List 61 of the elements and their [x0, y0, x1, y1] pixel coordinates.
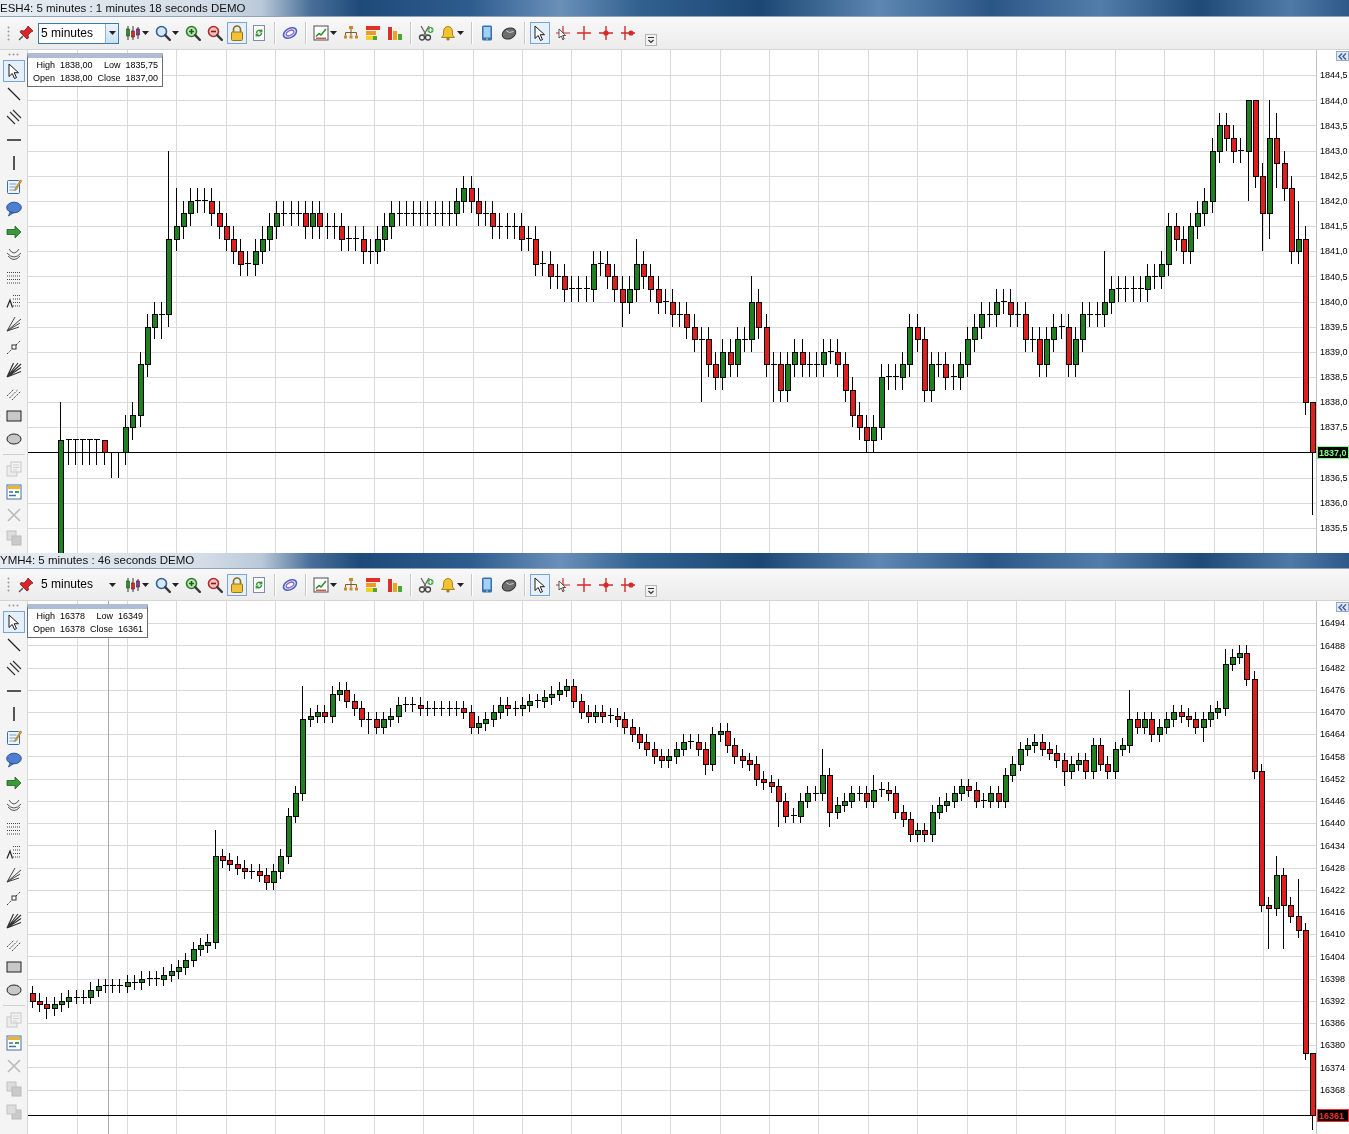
price-axis-label: 16404 — [1320, 951, 1346, 962]
price-axis-label: 1837,5 — [1320, 422, 1348, 433]
ohlc-value: 1837,00 — [125, 72, 159, 85]
ohlc-label: Open — [33, 623, 56, 636]
ohlc-value: 1838,00 — [60, 59, 93, 72]
price-axis-label: 16368 — [1320, 1084, 1346, 1095]
ohlc-value: 1838,00 — [60, 72, 93, 85]
price-axis-label: 1844,0 — [1320, 95, 1348, 106]
price-axis-label: 16440 — [1320, 818, 1346, 829]
ohlc-value: 16349 — [118, 610, 144, 623]
ohlc-value: 16378 — [60, 610, 86, 623]
price-axis-label: 16380 — [1320, 1040, 1346, 1051]
ohlc-label: Low — [103, 59, 121, 72]
ohlc-label: Low — [95, 610, 114, 623]
price-axis-label: 16446 — [1320, 796, 1346, 807]
price-axis-label: 16488 — [1320, 640, 1346, 651]
current-price-label: 16361 — [1317, 1109, 1349, 1122]
price-axis-label: 16422 — [1320, 884, 1346, 895]
price-axis-label: 16398 — [1320, 973, 1346, 984]
ohlc-label: Close — [97, 72, 121, 85]
price-axis-label: 16416 — [1320, 907, 1346, 918]
ohlc-label: Close — [90, 623, 114, 636]
ohlc-value: 16378 — [60, 623, 86, 636]
price-axis-label: 16458 — [1320, 751, 1346, 762]
price-axis-label: 16374 — [1320, 1062, 1346, 1073]
window-title: ESH4: 5 minutes : 1 minutes 18 seconds DEMO — [0, 0, 246, 16]
price-axis-label: 1835,5 — [1320, 523, 1348, 533]
ohlc-value: 1835,75 — [125, 59, 159, 72]
price-axis-label: 16476 — [1320, 685, 1346, 695]
price-axis-label: 16482 — [1320, 662, 1346, 673]
price-axis-label: 1838,0 — [1320, 397, 1348, 408]
price-axis-label: 1836,0 — [1320, 497, 1348, 508]
price-axis-label: 1842,5 — [1320, 170, 1348, 181]
price-axis-label: 1841,5 — [1320, 221, 1348, 232]
price-axis-label: 1841,0 — [1320, 246, 1348, 257]
price-axis-label: 16410 — [1320, 929, 1346, 940]
ref-line-label: 16361 — [1319, 1111, 1345, 1121]
price-axis-label: 1843,5 — [1320, 120, 1348, 131]
price-axis-label: 1842,0 — [1320, 196, 1348, 207]
window-title: YMH4: 5 minutes : 46 seconds DEMO — [0, 553, 195, 568]
price-axis-label: 16428 — [1320, 862, 1346, 873]
price-axis-label: 1836,5 — [1320, 472, 1348, 483]
ohlc-label: High — [35, 610, 56, 623]
price-axis-label: 1844,5 — [1320, 70, 1348, 81]
current-price-label: 1837,0 — [1317, 446, 1349, 459]
ohlc-label: High — [35, 59, 56, 72]
ohlc-value: 16361 — [118, 623, 144, 636]
price-axis-label: 16452 — [1320, 773, 1346, 784]
price-axis-label: 16386 — [1320, 1018, 1346, 1029]
price-axis-label: 16470 — [1320, 707, 1346, 718]
price-axis-label: 1840,0 — [1320, 296, 1348, 307]
price-axis-label: 1838,5 — [1320, 372, 1348, 383]
ohlc-label: Open — [33, 72, 56, 85]
price-axis-label: 1839,5 — [1320, 321, 1348, 332]
price-axis-label: 16464 — [1320, 729, 1346, 740]
price-axis-label: 1840,5 — [1320, 271, 1348, 282]
price-axis-label: 1843,0 — [1320, 145, 1348, 156]
price-axis-label: 16392 — [1320, 995, 1346, 1006]
price-axis-label: 1839,0 — [1320, 347, 1348, 357]
price-axis-label: 16494 — [1320, 618, 1346, 629]
price-axis-label: 16434 — [1320, 840, 1346, 851]
